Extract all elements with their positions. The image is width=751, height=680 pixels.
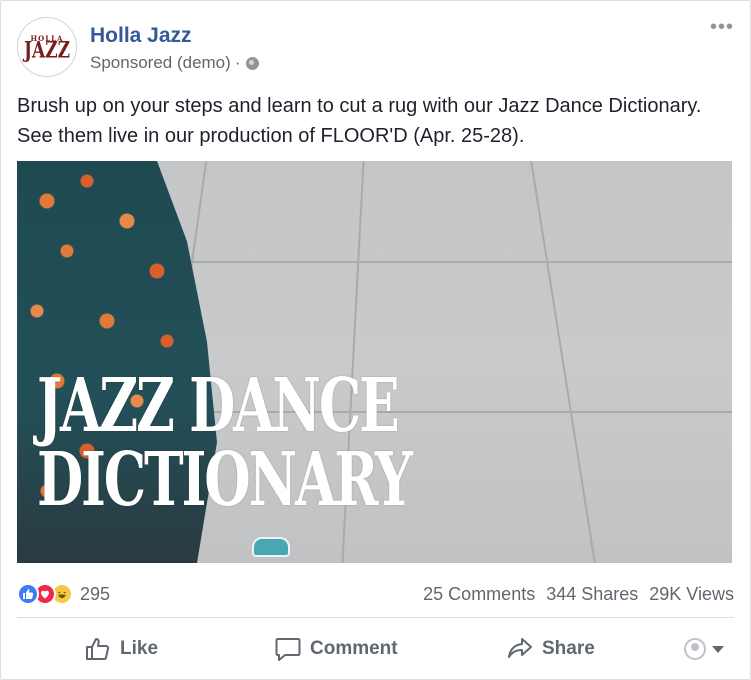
comment-button[interactable]: Comment xyxy=(275,637,398,661)
share-label: Share xyxy=(542,638,595,659)
video-title-overlay: JAZZ DANCE DICTIONARY xyxy=(37,369,534,517)
profile-avatar-icon xyxy=(684,638,706,660)
message-line-2: See them live in our production of FLOOR… xyxy=(17,125,525,147)
like-button[interactable]: Like xyxy=(85,637,158,661)
like-label: Like xyxy=(120,638,159,659)
post-message: Brush up on your steps and learn to cut … xyxy=(17,91,734,151)
engagement-stats: 295 25 Comments 344 Shares 29K Views xyxy=(17,579,734,609)
message-line-1: Brush up on your steps and learn to cut … xyxy=(17,95,702,117)
audience-selector[interactable] xyxy=(684,638,724,660)
avatar-logo-bottom: JAZZ xyxy=(23,37,71,64)
meta-separator: · xyxy=(234,53,241,72)
comments-count-link[interactable]: 25 Comments xyxy=(423,584,535,605)
video-title-line-2: DICTIONARY xyxy=(37,437,413,523)
shares-count-link[interactable]: 344 Shares xyxy=(546,584,638,605)
post-meta: Sponsored (demo) · xyxy=(90,53,260,73)
thumbs-up-icon xyxy=(86,638,110,660)
globe-icon[interactable] xyxy=(246,56,260,70)
page-avatar[interactable]: HOLLA JAZZ xyxy=(17,17,77,77)
post-card: HOLLA JAZZ Holla Jazz Sponsored (demo) ·… xyxy=(0,0,751,680)
reactions-summary[interactable]: 295 xyxy=(17,583,110,605)
post-video[interactable]: JAZZ DANCE DICTIONARY xyxy=(17,161,732,563)
video-title-line-1: JAZZ DANCE xyxy=(37,363,400,449)
share-button[interactable]: Share xyxy=(507,637,595,661)
stats-divider xyxy=(17,617,734,618)
stats-right: 25 Comments 344 Shares 29K Views xyxy=(423,584,734,605)
action-bar: Like Comment Share xyxy=(17,625,734,673)
like-reaction-icon xyxy=(17,583,39,605)
comment-bubble-icon xyxy=(275,638,301,661)
chevron-down-icon xyxy=(712,645,724,653)
more-options-icon[interactable]: ••• xyxy=(710,17,734,37)
page-name-link[interactable]: Holla Jazz xyxy=(90,24,192,48)
post-header: HOLLA JAZZ Holla Jazz Sponsored (demo) ·… xyxy=(17,17,734,79)
share-arrow-icon xyxy=(508,638,532,658)
sponsored-label[interactable]: Sponsored (demo) xyxy=(90,53,231,73)
reactions-count: 295 xyxy=(80,583,111,604)
comment-label: Comment xyxy=(310,638,398,659)
views-count: 29K Views xyxy=(649,583,734,604)
dancer-shoe xyxy=(252,537,290,557)
